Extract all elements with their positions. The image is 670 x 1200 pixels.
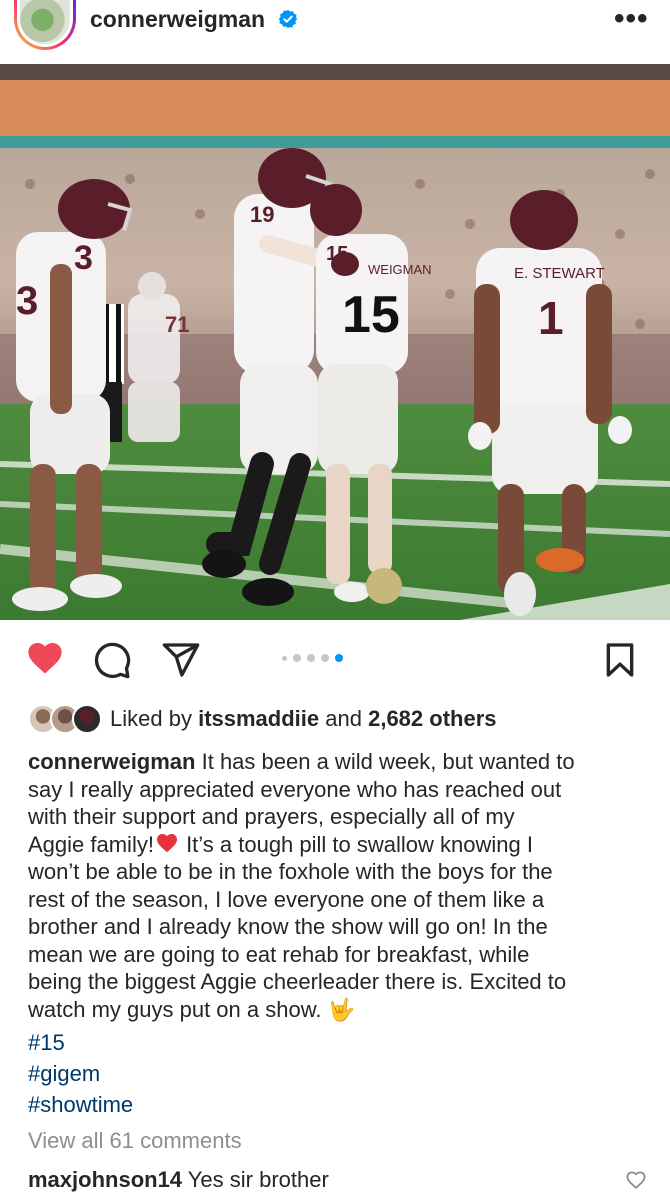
- comment-bubble-icon[interactable]: [92, 640, 132, 680]
- svg-text:71: 71: [165, 312, 189, 337]
- caption-line: say I really appreciated everyone who ha…: [28, 776, 562, 802]
- hashtag-list: #15 #gigem #showtime: [28, 1027, 133, 1120]
- post-photo[interactable]: 71 3 3 19 15 WEIGMAN 15 E. STEWART 1: [0, 64, 670, 620]
- like-heart-icon[interactable]: [24, 638, 66, 678]
- hashtag-link[interactable]: #showtime: [28, 1089, 133, 1120]
- svg-text:15: 15: [342, 286, 400, 344]
- likes-count[interactable]: 2,682 others: [368, 706, 496, 731]
- hashtag-link[interactable]: #15: [28, 1027, 133, 1058]
- love-you-gesture-emoji: 🤟: [327, 996, 356, 1022]
- more-options-button[interactable]: •••: [614, 2, 649, 36]
- comment-text: Yes sir brother: [187, 1167, 329, 1192]
- carousel-dot: [307, 654, 315, 662]
- svg-text:WEIGMAN: WEIGMAN: [368, 262, 432, 277]
- likes-summary[interactable]: Liked by itssmaddiie and 2,682 others: [28, 703, 497, 735]
- caption-line: brother and I already know the show will…: [28, 914, 548, 939]
- caption-username[interactable]: connerweigman: [28, 749, 195, 774]
- share-send-icon[interactable]: [160, 640, 202, 680]
- avatar-image: [17, 0, 73, 47]
- caption-line: won’t be able to be in the foxhole with …: [28, 859, 553, 884]
- caption-line: with their support and prayers, especial…: [28, 804, 515, 829]
- caption-line: It’s a tough pill to swallow knowing I: [179, 831, 533, 857]
- svg-text:1: 1: [538, 292, 564, 344]
- post-caption: connerweigman It has been a wild week, b…: [28, 748, 653, 1023]
- svg-text:3: 3: [74, 239, 93, 277]
- post-header: connerweigman •••: [0, 0, 670, 64]
- svg-text:19: 19: [250, 202, 274, 227]
- view-all-comments-link[interactable]: View all 61 comments: [28, 1128, 242, 1154]
- profile-avatar[interactable]: [14, 0, 76, 50]
- liker-username[interactable]: itssmaddiie: [198, 706, 319, 731]
- likes-text: Liked by itssmaddiie and 2,682 others: [110, 706, 497, 732]
- red-heart-emoji-icon: [156, 833, 177, 852]
- carousel-dot-active: [335, 654, 343, 662]
- carousel-dot: [282, 655, 287, 661]
- avatar: [72, 704, 102, 734]
- likes-conjunction: and: [325, 706, 362, 731]
- liker-avatars: [28, 704, 104, 734]
- comment-row: maxjohnson14 Yes sir brother: [28, 1167, 329, 1193]
- verified-badge-icon: [278, 9, 298, 29]
- likes-prefix: Liked by: [110, 706, 192, 731]
- football-celebration-photo: 71 3 3 19 15 WEIGMAN 15 E. STEWART 1: [0, 64, 670, 620]
- post-username[interactable]: connerweigman: [90, 6, 265, 33]
- action-bar: [0, 628, 670, 692]
- caption-line: mean we are going to eat rehab for break…: [28, 941, 530, 967]
- svg-text:E. STEWART: E. STEWART: [514, 265, 605, 282]
- comment-like-heart-icon[interactable]: [624, 1169, 648, 1191]
- caption-line: Aggie family!: [28, 831, 154, 857]
- caption-line: It has been a wild week, but wanted to: [201, 749, 575, 774]
- caption-line: being the biggest Aggie cheerleader ther…: [28, 969, 567, 994]
- hashtag-link[interactable]: #gigem: [28, 1058, 133, 1089]
- save-bookmark-icon[interactable]: [600, 640, 640, 680]
- carousel-indicator: [282, 654, 343, 662]
- carousel-dot: [293, 654, 301, 662]
- caption-line: rest of the season, I love everyone one …: [28, 886, 545, 912]
- comment-username[interactable]: maxjohnson14: [28, 1167, 182, 1192]
- carousel-dot: [321, 654, 329, 662]
- caption-line: watch my guys put on a show.: [28, 996, 322, 1022]
- svg-text:3: 3: [16, 279, 38, 323]
